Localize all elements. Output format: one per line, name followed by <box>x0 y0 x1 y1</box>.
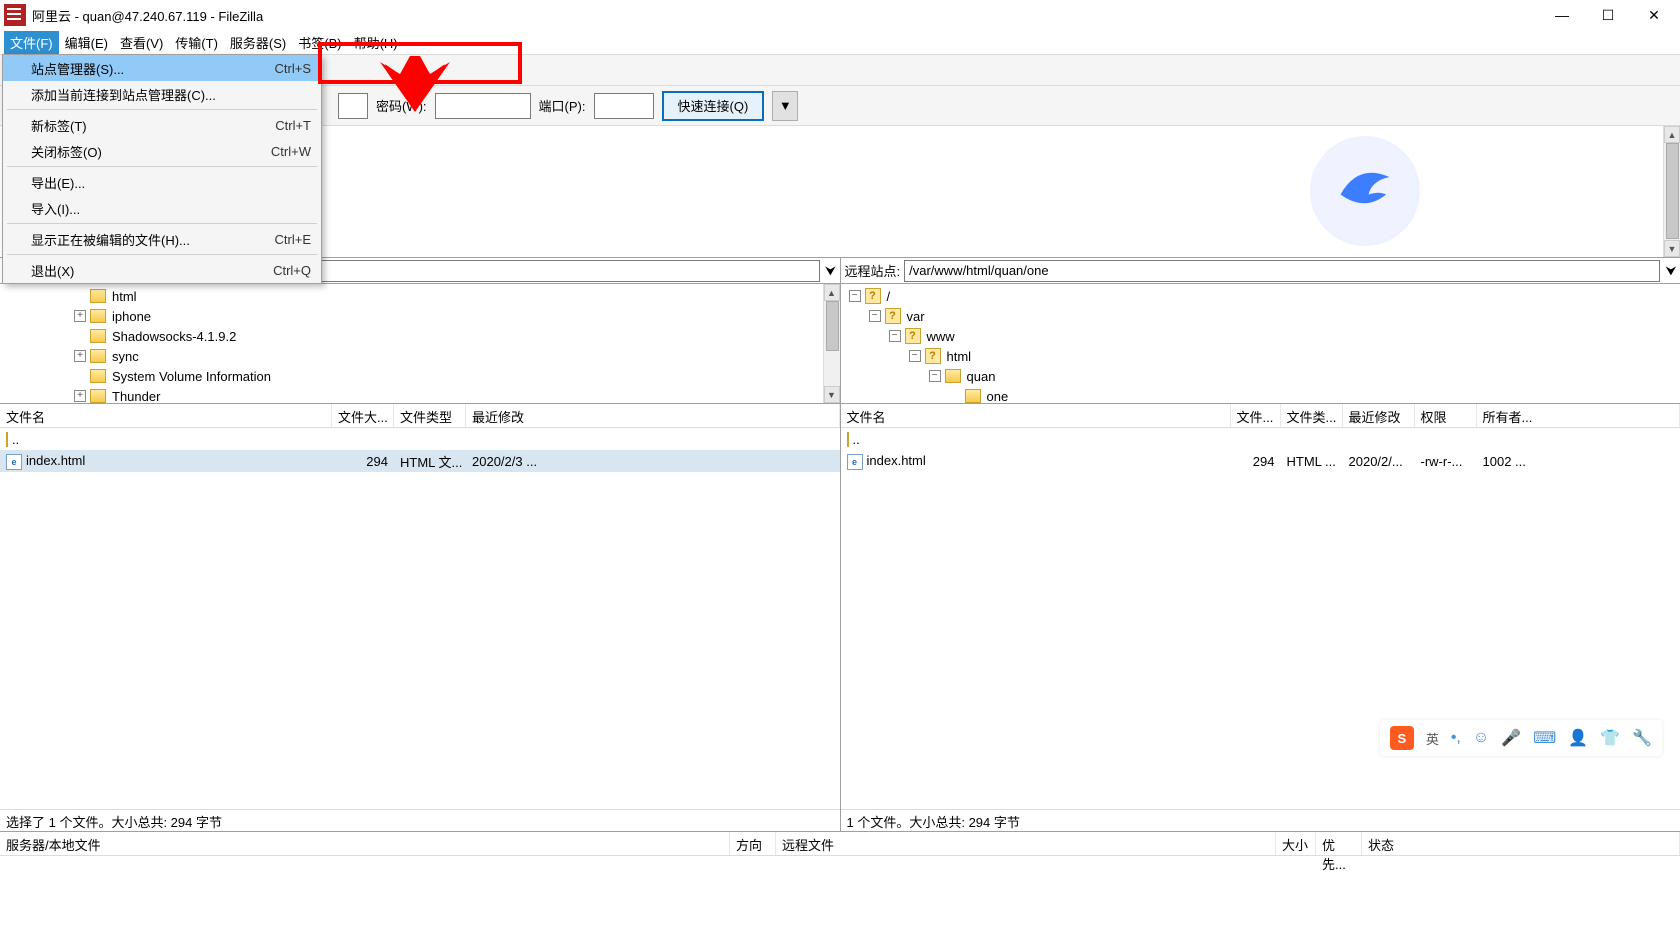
menu-bookmarks[interactable]: 书签(B) <box>292 31 347 54</box>
tq-col-prio[interactable]: 优先... <box>1316 832 1362 855</box>
menu-item-export[interactable]: 导出(E)... <box>3 169 321 195</box>
local-tree[interactable]: html +iphone Shadowsocks-4.1.9.2 +sync S… <box>0 284 840 404</box>
menu-file[interactable]: 文件(F) <box>4 31 59 54</box>
file-menu-dropdown: 站点管理器(S)...Ctrl+S 添加当前连接到站点管理器(C)... 新标签… <box>2 54 322 284</box>
menu-item-new-tab[interactable]: 新标签(T)Ctrl+T <box>3 112 321 138</box>
col-modified[interactable]: 最近修改 <box>466 404 840 427</box>
col-type[interactable]: 文件类型 <box>394 404 466 427</box>
remote-filelist[interactable]: 文件名 文件... 文件类... 最近修改 权限 所有者... .. einde… <box>841 404 1680 831</box>
window-controls: — ☐ ✕ <box>1548 4 1676 26</box>
password-label: 密码(W): <box>376 96 427 115</box>
col-perm-r[interactable]: 权限 <box>1415 404 1477 427</box>
remote-path-label: 远程站点: <box>841 261 905 280</box>
transfer-queue: 服务器/本地文件 方向 远程文件 大小 优先... 状态 ◀▶ <box>0 831 1680 945</box>
minimize-button[interactable]: — <box>1548 4 1576 26</box>
port-input[interactable] <box>594 93 654 119</box>
menu-item-close-tab[interactable]: 关闭标签(O)Ctrl+W <box>3 138 321 164</box>
menu-server[interactable]: 服务器(S) <box>224 31 292 54</box>
col-modified-r[interactable]: 最近修改 <box>1343 404 1415 427</box>
ime-mic-icon[interactable]: 🎤 <box>1501 728 1521 748</box>
close-button[interactable]: ✕ <box>1640 4 1668 26</box>
col-size[interactable]: 文件大... <box>332 404 394 427</box>
menu-edit[interactable]: 编辑(E) <box>59 31 114 54</box>
file-row-up[interactable]: .. <box>841 428 1680 450</box>
ime-keyboard-icon[interactable]: ⌨ <box>1533 728 1556 748</box>
local-path-dropdown[interactable]: ⮟ <box>822 263 840 279</box>
thunderbird-logo-icon <box>1310 136 1420 246</box>
col-type-r[interactable]: 文件类... <box>1281 404 1343 427</box>
messagelog-scrollbar[interactable]: ▲ ▼ <box>1663 126 1680 257</box>
ime-tool-icon[interactable]: 🔧 <box>1632 728 1652 748</box>
sogou-icon[interactable]: S <box>1390 726 1414 750</box>
ime-lang[interactable]: 英 <box>1426 729 1439 748</box>
remote-tree[interactable]: −?/ −?var −?www −?html −quan one <box>841 284 1680 404</box>
ime-skin-icon[interactable]: 👕 <box>1600 728 1620 748</box>
local-filelist[interactable]: 文件名 文件大... 文件类型 最近修改 .. eindex.html 294 … <box>0 404 840 831</box>
menu-item-add-to-site-manager[interactable]: 添加当前连接到站点管理器(C)... <box>3 81 321 107</box>
port-label: 端口(P): <box>539 96 586 115</box>
local-tree-scrollbar[interactable]: ▲ ▼ <box>823 284 840 403</box>
col-owner-r[interactable]: 所有者... <box>1477 404 1680 427</box>
menu-item-exit[interactable]: 退出(X)Ctrl+Q <box>3 257 321 283</box>
tq-col-remote[interactable]: 远程文件 <box>776 832 1276 855</box>
menu-item-site-manager[interactable]: 站点管理器(S)...Ctrl+S <box>3 55 321 81</box>
window-title: 阿里云 - quan@47.240.67.119 - FileZilla <box>32 6 1548 25</box>
file-row[interactable]: eindex.html 294 HTML ... 2020/2/... -rw-… <box>841 450 1680 472</box>
menu-item-show-edited-files[interactable]: 显示正在被编辑的文件(H)...Ctrl+E <box>3 226 321 252</box>
remote-status: 1 个文件。大小总共: 294 字节 <box>841 809 1680 831</box>
menu-view[interactable]: 查看(V) <box>114 31 169 54</box>
password-input[interactable] <box>435 93 531 119</box>
ime-punct-icon[interactable]: •, <box>1451 729 1461 747</box>
maximize-button[interactable]: ☐ <box>1594 4 1622 26</box>
filezilla-logo-icon: Fz <box>4 4 26 26</box>
file-row-up[interactable]: .. <box>0 428 840 450</box>
menu-transfer[interactable]: 传输(T) <box>169 31 224 54</box>
tq-col-status[interactable]: 状态 <box>1362 832 1680 855</box>
quickconnect-button[interactable]: 快速连接(Q) <box>662 91 765 121</box>
username-input[interactable] <box>338 93 368 119</box>
tq-col-file[interactable]: 服务器/本地文件 <box>0 832 730 855</box>
local-status: 选择了 1 个文件。大小总共: 294 字节 <box>0 809 840 831</box>
menu-item-import[interactable]: 导入(I)... <box>3 195 321 221</box>
ime-user-icon[interactable]: 👤 <box>1568 728 1588 748</box>
tq-col-size[interactable]: 大小 <box>1276 832 1316 855</box>
local-pane: 本地站点: ⮟ html +iphone Shadowsocks-4.1.9.2… <box>0 258 841 831</box>
ime-toolbar[interactable]: S 英 •, ☺ 🎤 ⌨ 👤 👕 🔧 <box>1380 720 1662 756</box>
remote-path-dropdown[interactable]: ⮟ <box>1662 263 1680 279</box>
file-row[interactable]: eindex.html 294 HTML 文... 2020/2/3 ... <box>0 450 840 472</box>
menu-help[interactable]: 帮助(H) <box>348 31 404 54</box>
col-name[interactable]: 文件名 <box>0 404 332 427</box>
col-size-r[interactable]: 文件... <box>1231 404 1281 427</box>
remote-path-input[interactable] <box>904 260 1660 282</box>
menubar: 文件(F) 编辑(E) 查看(V) 传输(T) 服务器(S) 书签(B) 帮助(… <box>0 30 1680 54</box>
titlebar: Fz 阿里云 - quan@47.240.67.119 - FileZilla … <box>0 0 1680 30</box>
ime-emoji-icon[interactable]: ☺ <box>1473 729 1489 747</box>
quickconnect-dropdown[interactable]: ▼ <box>772 91 798 121</box>
tq-col-dir[interactable]: 方向 <box>730 832 776 855</box>
col-name-r[interactable]: 文件名 <box>841 404 1231 427</box>
